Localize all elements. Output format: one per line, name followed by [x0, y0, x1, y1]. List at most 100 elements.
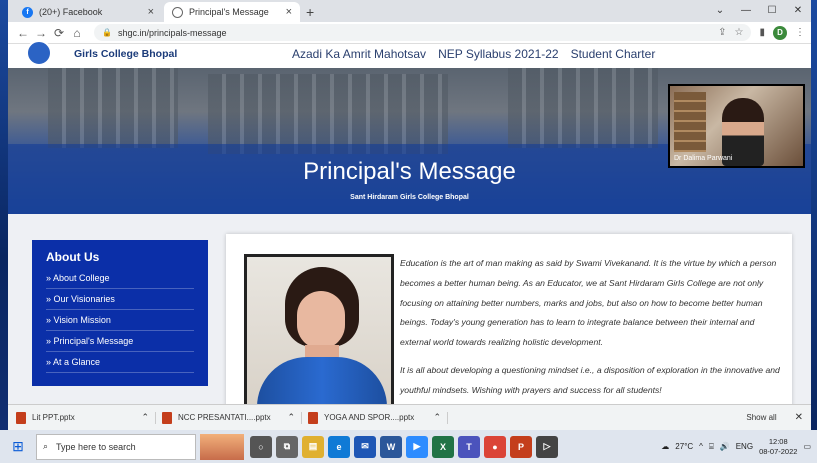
nav-nep-syllabus[interactable]: NEP Syllabus 2021-22 — [438, 47, 559, 61]
chevron-up-icon[interactable]: ⌃ — [141, 412, 149, 423]
close-icon[interactable]: ✕ — [795, 412, 803, 423]
desktop-edge-left — [0, 0, 8, 430]
close-icon[interactable]: × — [148, 6, 154, 18]
close-window-button[interactable]: ✕ — [785, 0, 811, 22]
tab-label: Principal's Message — [189, 7, 269, 17]
maximize-button[interactable]: ☐ — [759, 0, 785, 22]
building-image — [48, 68, 178, 148]
tab-facebook[interactable]: f (20+) Facebook × — [14, 2, 162, 22]
star-icon[interactable]: ☆ — [735, 27, 744, 38]
share-icon[interactable]: ⇪ — [718, 27, 726, 38]
building-image — [208, 74, 448, 154]
edge-icon[interactable]: e — [328, 435, 350, 458]
task-view-icon[interactable]: ⧉ — [276, 435, 298, 458]
windows-taskbar: ⊞ ⌕ Type here to search ○ ⧉ ▤ e ✉ W ▶ X … — [0, 430, 817, 463]
sidebar-item-principals-message[interactable]: » Principal's Message — [46, 331, 194, 352]
powerpoint-icon[interactable]: P — [510, 435, 532, 458]
menu-icon[interactable]: ⋮ — [795, 27, 805, 38]
search-icon: ⌕ — [43, 441, 49, 451]
back-button[interactable]: ← — [14, 26, 32, 40]
word-icon[interactable]: W — [380, 435, 402, 458]
clock-date: 08-07-2022 — [759, 446, 798, 456]
weather-temp[interactable]: 27°C — [675, 442, 693, 451]
facebook-icon: f — [22, 6, 33, 18]
file-explorer-icon[interactable]: ▤ — [302, 435, 324, 458]
powerpoint-icon — [16, 411, 26, 424]
chrome-icon[interactable]: ● — [484, 435, 506, 458]
taskbar-search[interactable]: ⌕ Type here to search — [36, 433, 196, 460]
chevron-up-icon[interactable]: ^ — [699, 442, 703, 451]
site-header: Girls College Bhopal Azadi Ka Amrit Maho… — [8, 40, 811, 68]
lock-icon[interactable]: 🔒 — [102, 28, 112, 37]
message-paragraph: Education is the art of man making as sa… — [400, 258, 777, 348]
sidebar-item-vision-mission[interactable]: » Vision Mission — [46, 310, 194, 331]
video-call-thumbnail[interactable]: Dr Dalima Parwani — [668, 84, 805, 168]
search-highlight-image[interactable] — [200, 433, 244, 460]
address-bar[interactable]: 🔒 shgc.in/principals-message ⇪ ☆ — [94, 24, 752, 41]
top-nav: Azadi Ka Amrit Mahotsav NEP Syllabus 202… — [292, 47, 655, 61]
main-content: About Us » About College » Our Visionari… — [8, 214, 811, 430]
brand-name[interactable]: Girls College Bhopal — [74, 48, 177, 60]
globe-icon — [172, 6, 183, 18]
chevron-down-icon[interactable]: ⌄ — [707, 0, 733, 22]
nav-azadi[interactable]: Azadi Ka Amrit Mahotsav — [292, 47, 426, 61]
tab-bar: f (20+) Facebook × Principal's Message ×… — [8, 0, 811, 22]
message-card: Education is the art of man making as sa… — [226, 234, 792, 430]
message-paragraph: It is all about developing a questioning… — [400, 364, 780, 395]
window-controls: ⌄ — ☐ ✕ — [707, 0, 811, 22]
sidebar-title: About Us — [46, 250, 100, 264]
search-placeholder: Type here to search — [56, 441, 136, 452]
forward-button[interactable]: → — [32, 26, 50, 40]
building-image — [508, 68, 658, 148]
windows-start-icon[interactable]: ⊞ — [0, 438, 36, 455]
message-text: Education is the art of man making as sa… — [400, 254, 780, 401]
download-item[interactable]: NCC PRESANTATI....pptx ⌃ — [162, 411, 302, 424]
teams-icon[interactable]: T — [458, 435, 480, 458]
browser-toolbar: ← → ⟳ ⌂ 🔒 shgc.in/principals-message ⇪ ☆… — [8, 22, 811, 44]
system-tray: ☁ 27°C ^ ⌸ 🔊 ENG 12:08 08-07-2022 ▭ — [661, 437, 817, 457]
download-filename: NCC PRESANTATI....pptx — [178, 413, 271, 422]
url-text: shgc.in/principals-message — [117, 27, 227, 38]
download-filename: YOGA AND SPOR....pptx — [324, 413, 415, 422]
network-icon[interactable]: ⌸ — [709, 442, 714, 452]
nav-student-charter[interactable]: Student Charter — [571, 47, 656, 61]
chevron-up-icon[interactable]: ⌃ — [287, 412, 295, 423]
download-item[interactable]: Lit PPT.pptx ⌃ — [16, 411, 156, 424]
cortana-icon[interactable]: ○ — [250, 435, 272, 458]
profile-avatar[interactable]: D — [773, 25, 787, 40]
college-logo[interactable] — [26, 40, 52, 66]
notifications-icon[interactable]: ▭ — [803, 442, 811, 451]
tab-principals-message[interactable]: Principal's Message × — [164, 2, 300, 22]
weather-icon[interactable]: ☁ — [661, 442, 669, 451]
chevron-up-icon[interactable]: ⌃ — [433, 412, 441, 423]
about-us-sidebar: About Us » About College » Our Visionari… — [32, 240, 208, 386]
sidebar-item-at-a-glance[interactable]: » At a Glance — [46, 352, 194, 373]
sidebar-item-our-visionaries[interactable]: » Our Visionaries — [46, 289, 194, 310]
clock[interactable]: 12:08 08-07-2022 — [759, 437, 797, 457]
show-all-button[interactable]: Show all — [746, 413, 776, 422]
excel-icon[interactable]: X — [432, 435, 454, 458]
new-tab-button[interactable]: + — [306, 4, 314, 20]
download-filename: Lit PPT.pptx — [32, 413, 75, 422]
mail-icon[interactable]: ✉ — [354, 435, 376, 458]
powerpoint-icon — [162, 411, 172, 424]
volume-icon[interactable]: 🔊 — [720, 442, 730, 451]
close-icon[interactable]: × — [286, 6, 292, 18]
participant-name: Dr Dalima Parwani — [674, 155, 733, 162]
pinned-apps: ○ ⧉ ▤ e ✉ W ▶ X T ● P ▷ — [250, 435, 558, 458]
tab-label: (20+) Facebook — [39, 7, 103, 17]
language-indicator[interactable]: ENG — [736, 442, 753, 451]
media-player-icon[interactable]: ▷ — [536, 435, 558, 458]
downloads-bar: Lit PPT.pptx ⌃ NCC PRESANTATI....pptx ⌃ … — [8, 404, 811, 430]
reload-button[interactable]: ⟳ — [50, 26, 68, 40]
minimize-button[interactable]: — — [733, 0, 759, 22]
sidebar-item-about-college[interactable]: » About College — [46, 268, 194, 289]
browser-window: f (20+) Facebook × Principal's Message ×… — [8, 0, 811, 430]
zoom-icon[interactable]: ▶ — [406, 435, 428, 458]
desktop-edge-right — [811, 0, 817, 430]
download-item[interactable]: YOGA AND SPOR....pptx ⌃ — [308, 411, 448, 424]
page-subtitle: Sant Hirdaram Girls College Bhopal — [350, 194, 469, 201]
home-button[interactable]: ⌂ — [68, 26, 86, 40]
sidebar-toggle-icon[interactable]: ▮ — [759, 27, 765, 38]
clock-time: 12:08 — [768, 436, 788, 446]
